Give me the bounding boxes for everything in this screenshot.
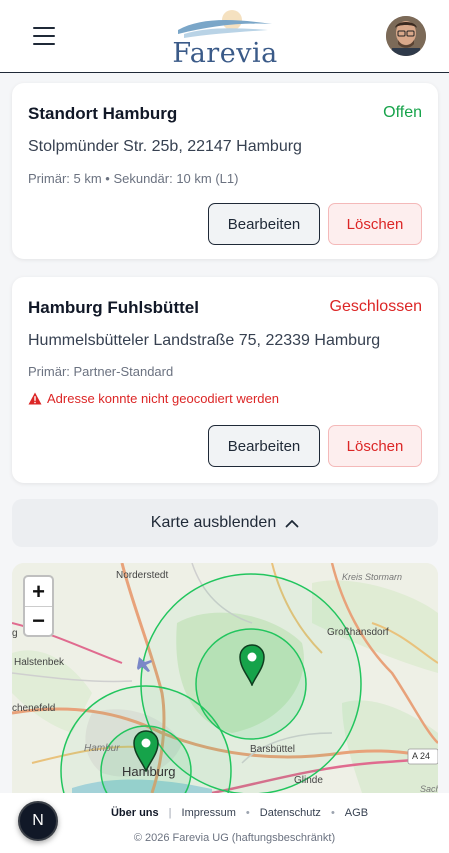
floating-action-button[interactable]: N xyxy=(18,801,58,841)
map-label: A 24 xyxy=(412,751,431,761)
zoom-out-button[interactable]: − xyxy=(25,606,52,635)
edit-button[interactable]: Bearbeiten xyxy=(208,425,320,467)
location-radius-info: Primär: Partner-Standard xyxy=(28,364,174,379)
map-label: Halstenbek xyxy=(14,657,65,668)
map-label: Barsbüttel xyxy=(250,744,296,755)
delete-button[interactable]: Löschen xyxy=(328,203,422,245)
chevron-up-icon xyxy=(285,519,299,527)
farevia-logo[interactable]: Farevia xyxy=(170,8,280,69)
map-label: Sach xyxy=(420,784,438,793)
location-card: Standort Hamburg Offen Stolpmünder Str. … xyxy=(12,83,438,259)
page-footer: Über uns | Impressum • Datenschutz • AGB… xyxy=(0,793,449,853)
footer-link-privacy[interactable]: Datenschutz xyxy=(260,807,321,819)
map-label: Kreis Stormarn xyxy=(342,572,403,582)
location-address: Stolpmünder Str. 25b, 22147 Hamburg xyxy=(28,138,302,155)
map-label: Großhansdorf xyxy=(327,627,389,638)
footer-link-about[interactable]: Über uns xyxy=(111,807,159,819)
footer-link-imprint[interactable]: Impressum xyxy=(182,807,236,819)
location-name: Standort Hamburg xyxy=(28,104,178,123)
location-name: Hamburg Fuhlsbüttel xyxy=(28,298,199,317)
map-marker-icon[interactable] xyxy=(239,644,265,686)
delete-button[interactable]: Löschen xyxy=(328,425,422,467)
map-label: Hambur xyxy=(84,743,120,754)
geocode-error: Adresse konnte nicht geocodiert werden xyxy=(28,391,279,406)
location-map[interactable]: Norderstedt Kreis Stormarn Großhansdorf … xyxy=(12,563,438,793)
footer-copyright: © 2026 Farevia UG (haftungsbeschränkt) xyxy=(133,832,336,844)
map-zoom-controls: + − xyxy=(23,575,54,637)
status-badge: Geschlossen xyxy=(329,298,423,315)
footer-separator: • xyxy=(245,807,250,819)
footer-separator: | xyxy=(168,807,172,819)
app-header: Farevia xyxy=(0,0,449,73)
map-label: g xyxy=(12,628,18,639)
footer-separator: • xyxy=(330,807,335,819)
status-badge: Offen xyxy=(383,104,422,121)
map-tiles xyxy=(12,563,438,793)
geocode-error-text: Adresse konnte nicht geocodiert werden xyxy=(47,391,279,406)
user-avatar[interactable] xyxy=(386,16,426,56)
location-radius-info: Primär: 5 km • Sekundär: 10 km (L1) xyxy=(28,171,239,186)
logo-text: Farevia xyxy=(172,38,278,69)
zoom-in-button[interactable]: + xyxy=(25,577,52,606)
location-address: Hummelsbütteler Landstraße 75, 22339 Ham… xyxy=(28,332,381,349)
warning-icon xyxy=(28,392,42,405)
map-label: chenefeld xyxy=(12,703,56,714)
map-marker-icon[interactable] xyxy=(133,730,159,772)
footer-links: Über uns | Impressum • Datenschutz • AGB xyxy=(0,807,449,819)
hamburger-menu-icon[interactable] xyxy=(33,27,55,47)
map-label: Norderstedt xyxy=(116,570,169,581)
toggle-map-button[interactable]: Karte ausblenden xyxy=(12,499,438,547)
toggle-map-label: Karte ausblenden xyxy=(150,514,277,531)
footer-link-terms[interactable]: AGB xyxy=(345,807,368,819)
location-card: Hamburg Fuhlsbüttel Geschlossen Hummelsb… xyxy=(12,277,438,483)
map-label: Glinde xyxy=(294,775,323,786)
edit-button[interactable]: Bearbeiten xyxy=(208,203,320,245)
